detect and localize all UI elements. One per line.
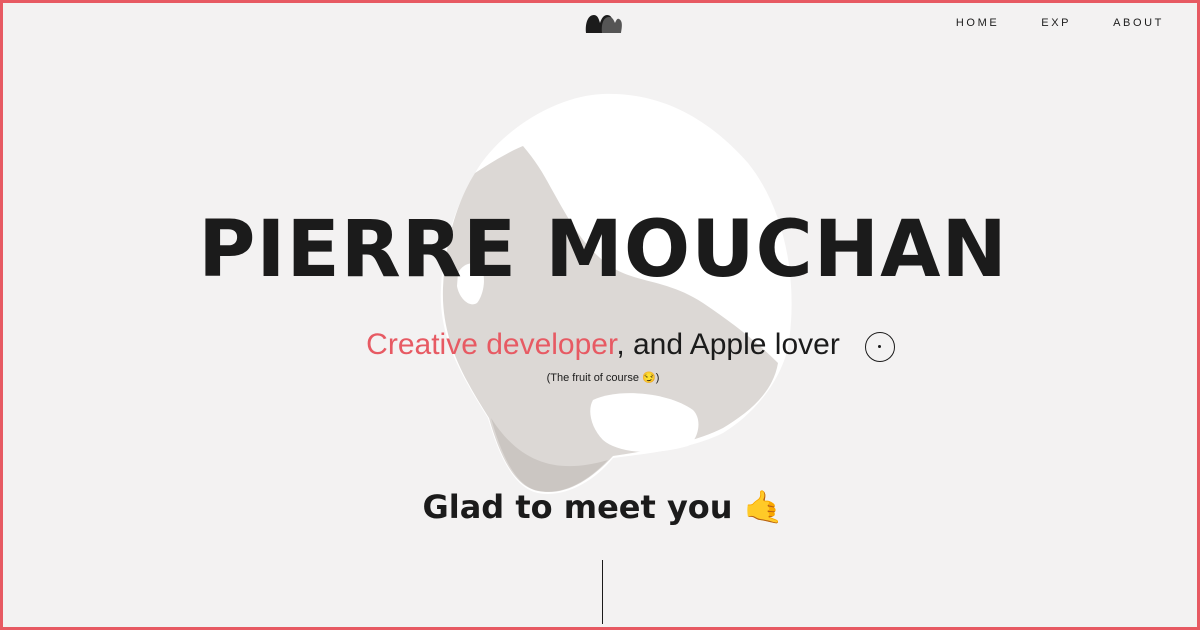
tagline-accent: Creative developer xyxy=(366,328,617,361)
scroll-indicator-line xyxy=(602,560,603,624)
hero-3d-blob xyxy=(440,93,792,494)
hero-note: (The fruit of course 😏) xyxy=(3,371,1197,384)
mm-logo-icon[interactable] xyxy=(584,11,624,35)
nav-about-link[interactable]: ABOUT xyxy=(1112,17,1164,31)
main-nav: HOME EXP ABOUT xyxy=(956,17,1164,31)
greeting-heading: Glad to meet you 🤙 xyxy=(3,487,1197,527)
page-title: PIERRE MOUCHAN xyxy=(198,205,1008,295)
smirk-emoji-icon: 😏 xyxy=(642,372,656,384)
page-frame: HOME EXP ABOUT PIERRE MOUCHAN Creative d… xyxy=(0,0,1200,630)
cursor-circle-icon xyxy=(865,332,895,362)
tagline-rest: , and Apple lover xyxy=(616,328,840,361)
hero-tagline: Creative developer, and Apple lover xyxy=(3,326,1197,364)
note-text: (The fruit of course xyxy=(546,372,642,384)
note-close: ) xyxy=(655,372,660,384)
greeting-text: Glad to meet you xyxy=(422,488,733,526)
call-me-hand-icon: 🤙 xyxy=(743,488,784,526)
nav-exp-link[interactable]: EXP xyxy=(1041,17,1071,29)
nav-home-link[interactable]: HOME xyxy=(956,17,999,29)
